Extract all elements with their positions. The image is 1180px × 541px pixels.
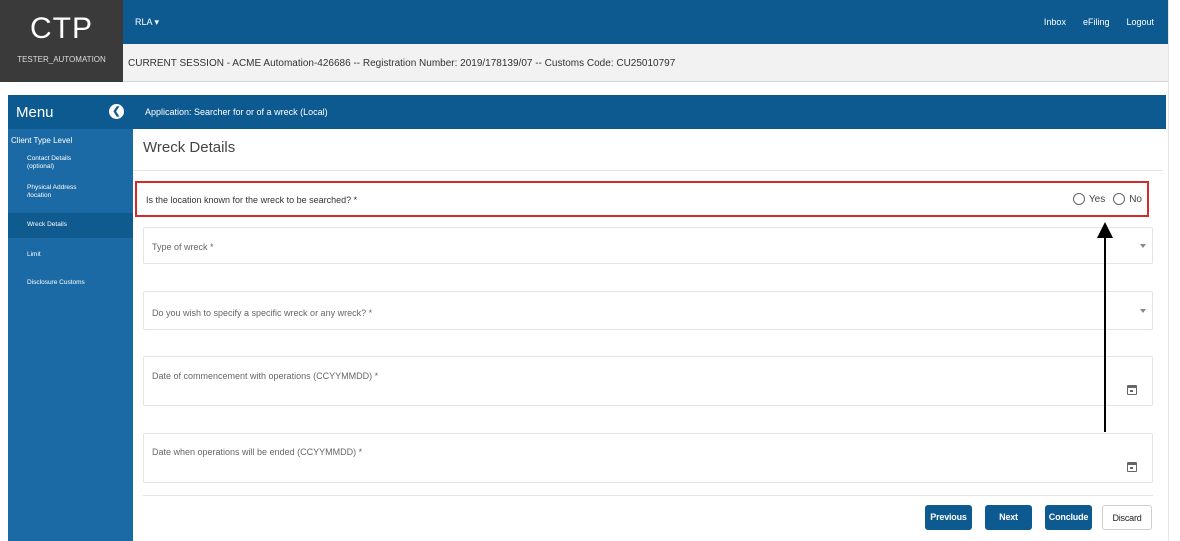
end-date-field[interactable]: Date when operations will be ended (CCYY… (143, 433, 1153, 483)
application-title: Application: Searcher for or of a wreck … (145, 107, 328, 117)
sidebar-item-disclosure-customs[interactable]: Disclosure Customs (27, 279, 85, 287)
app-menu-dropdown[interactable]: RLA ▾ (135, 17, 159, 28)
page-edge (1168, 0, 1169, 541)
next-button[interactable]: Next (985, 505, 1032, 530)
dropdown-caret-icon (1140, 243, 1146, 248)
specific-wreck-select[interactable]: Do you wish to specify a specific wreck … (143, 291, 1153, 330)
title-divider (133, 170, 1163, 171)
sidebar-group-title: Client Type Level (11, 136, 73, 145)
question-label: Is the location known for the wreck to b… (146, 195, 358, 205)
calendar-icon[interactable] (1127, 385, 1137, 395)
efiling-link[interactable]: eFiling (1083, 17, 1110, 27)
no-label: No (1129, 193, 1142, 205)
yes-radio[interactable] (1072, 193, 1085, 205)
caret-down-icon: ▾ (154, 17, 160, 27)
yes-label: Yes (1088, 193, 1106, 205)
username-label: TESTER_AUTOMATION (17, 55, 106, 64)
annotation-arrow-line (1104, 236, 1106, 432)
menu-title: Menu (16, 104, 54, 121)
type-of-wreck-label: Type of wreck * (152, 242, 214, 252)
sidebar-item-physical-address[interactable]: Physical Address /location (27, 184, 97, 200)
top-links: Inbox eFiling Logout (1044, 17, 1154, 27)
logout-link[interactable]: Logout (1126, 17, 1154, 27)
discard-button[interactable]: Discard (1102, 505, 1152, 530)
location-known-radio-group: Yes No (1072, 193, 1142, 205)
app-menu-label: RLA (135, 17, 153, 27)
sidebar-item-wreck-details[interactable]: Wreck Details (8, 213, 133, 238)
location-known-question: Is the location known for the wreck to b… (135, 181, 1149, 217)
dropdown-caret-icon (1140, 308, 1146, 313)
specific-wreck-label: Do you wish to specify a specific wreck … (152, 308, 373, 318)
menu-header: Menu ❮ (8, 95, 133, 129)
inbox-link[interactable]: Inbox (1044, 17, 1066, 27)
top-bar: RLA ▾ Inbox eFiling Logout (123, 0, 1168, 44)
commencement-date-field[interactable]: Date of commencement with operations (CC… (143, 356, 1153, 406)
previous-button[interactable]: Previous (925, 505, 972, 530)
type-of-wreck-select[interactable]: Type of wreck * (143, 227, 1153, 264)
application-bar: Application: Searcher for or of a wreck … (133, 95, 1166, 129)
session-bar: CURRENT SESSION - ACME Automation-426686… (123, 44, 1168, 82)
sidebar: Client Type Level Contact Details (optio… (8, 129, 133, 541)
sidebar-item-limit[interactable]: Limit (27, 251, 41, 259)
conclude-button[interactable]: Conclude (1045, 505, 1092, 530)
end-date-label: Date when operations will be ended (CCYY… (152, 447, 363, 457)
session-text: CURRENT SESSION - ACME Automation-426686… (128, 58, 676, 69)
no-radio[interactable] (1113, 193, 1126, 205)
commencement-date-label: Date of commencement with operations (CC… (152, 371, 379, 381)
sidebar-item-contact-details[interactable]: Contact Details (optional) (27, 155, 97, 171)
logo-box: CTP TESTER_AUTOMATION (0, 0, 123, 82)
button-divider (143, 495, 1153, 496)
menu-toggle-icon[interactable]: ❮ (109, 104, 124, 119)
calendar-icon[interactable] (1127, 462, 1137, 472)
app-logo: CTP (30, 12, 93, 45)
page-title: Wreck Details (143, 139, 236, 156)
